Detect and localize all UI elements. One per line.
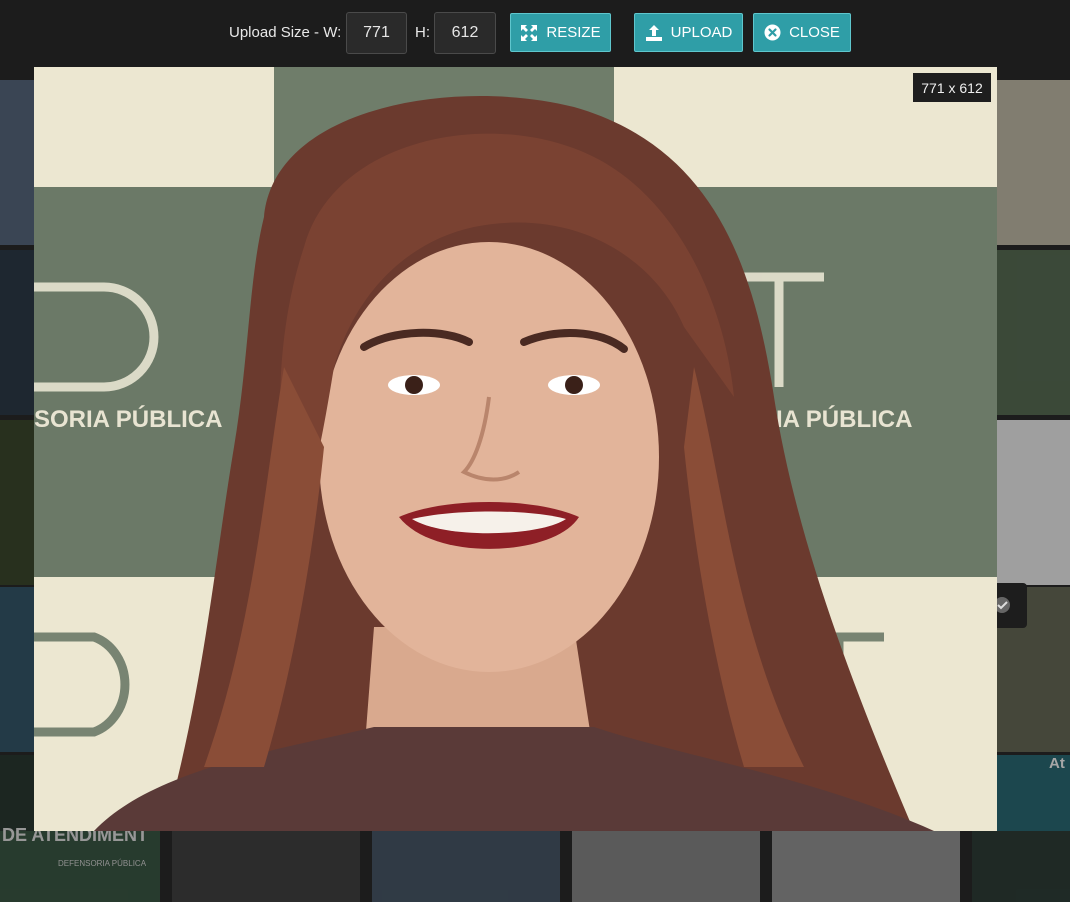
backdrop-text: SORIA PÚBLICA <box>34 405 222 433</box>
upload-size-label: Upload Size - W: <box>229 24 342 41</box>
expand-arrows-icon <box>520 24 538 42</box>
height-label: H: <box>415 24 430 41</box>
resize-button[interactable]: RESIZE <box>510 13 611 52</box>
close-button[interactable]: CLOSE <box>753 13 851 52</box>
preview-image: SORIA PÚBLICA SORIA PÚBLICA <box>34 67 997 831</box>
image-size-badge: 771 x 612 <box>913 73 991 102</box>
upload-toolbar: Upload Size - W: H: RESIZE UPLOAD <box>0 0 1070 67</box>
upload-button[interactable]: UPLOAD <box>634 13 743 52</box>
close-label: CLOSE <box>789 24 840 41</box>
upload-label: UPLOAD <box>670 24 733 41</box>
width-input[interactable] <box>346 12 407 54</box>
height-input[interactable] <box>434 12 496 54</box>
close-circle-icon <box>764 24 781 41</box>
resize-label: RESIZE <box>546 24 601 41</box>
upload-icon <box>645 24 663 42</box>
